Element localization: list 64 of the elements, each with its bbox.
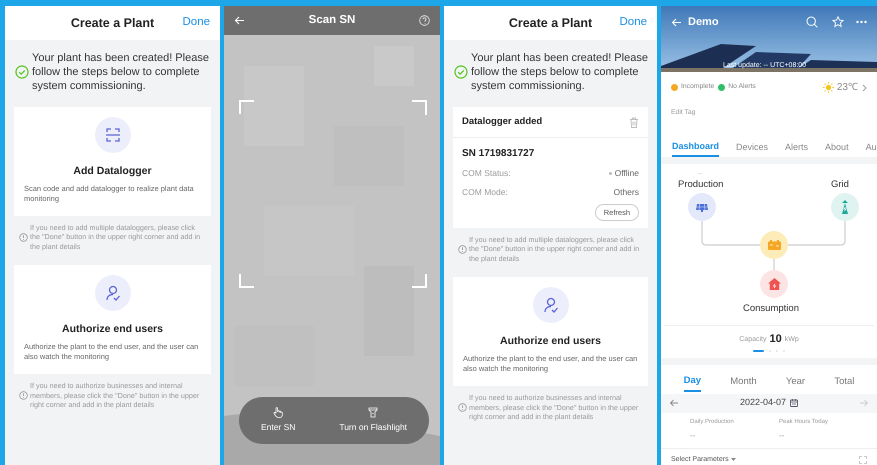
check-circle-icon [15,65,29,79]
stat-value: -- [779,430,786,442]
serial-number: SN 1719831727 [462,147,536,161]
card-title: Datalogger added [462,114,542,129]
plant-title: Demo [688,15,720,30]
success-message: Your plant has been created! Please follow the steps below to complete system commissioning. [471,51,649,93]
screen-title: Create a Plant [70,14,154,32]
connector-line [773,259,775,270]
info-icon [458,244,467,254]
check-circle-icon [454,65,468,79]
field-value: Offline [614,167,639,180]
stat-value: -- [690,430,696,442]
field-label: COM Mode: [462,186,508,198]
help-icon[interactable] [418,15,430,26]
period-tab[interactable]: Total [834,373,854,392]
caret-down-icon [730,458,736,462]
done-button[interactable]: Done [182,14,210,32]
back-arrow-icon[interactable] [234,16,245,25]
tab[interactable]: Devices [736,138,768,157]
capacity-value: 10 [769,334,782,345]
flashlight-icon [368,407,378,418]
step-title: Authorize end users [500,334,601,350]
tab[interactable]: Alerts [785,138,808,157]
connector-line [788,221,846,247]
star-icon[interactable] [832,16,844,28]
solar-panel-icon [695,201,709,213]
more-icon[interactable] [856,20,867,24]
info-icon [19,232,28,242]
arrow-left-icon[interactable] [669,399,679,408]
node-label: Consumption [743,302,799,316]
scan-icon [104,126,122,144]
battery-icon [768,240,780,250]
period-tab[interactable]: Day [684,373,702,392]
scan-action-button[interactable]: Enter SN [260,407,296,434]
chevron-right-icon[interactable] [862,84,867,92]
back-arrow-icon[interactable] [671,18,682,27]
info-icon [458,402,467,412]
calendar-icon[interactable] [790,399,798,408]
hand-icon [273,407,284,418]
sun-icon [822,82,834,93]
period-tab[interactable]: Year [786,373,806,392]
temperature-text: 23℃ [836,81,858,95]
success-message: Your plant has been created! Please follow the steps below to complete system commissioning. [32,51,210,93]
user-check-icon [104,284,122,302]
house-icon [768,278,780,290]
date-text: 2022-04-07 [740,396,786,410]
field-value: Others [613,186,639,198]
done-button[interactable]: Done [620,14,647,32]
period-tab[interactable]: Month [730,373,757,392]
scan-action-button[interactable]: Turn on Flashlight [339,407,408,434]
tab[interactable]: Au [866,138,877,157]
step-title: Authorize end users [62,322,163,338]
pylon-icon [839,200,851,214]
screen-title: Scan SN [308,12,356,28]
field-label: COM Status: [462,167,511,180]
info-icon [19,390,28,400]
screen-title: Create a Plant [508,14,592,32]
connector-line [701,221,760,247]
node-label: Production [678,178,724,192]
user-check-icon [542,296,560,314]
step-title: Add Datalogger [73,164,152,179]
tab[interactable]: About [825,138,849,157]
search-icon[interactable] [806,16,818,28]
node-label: Grid [831,178,849,192]
